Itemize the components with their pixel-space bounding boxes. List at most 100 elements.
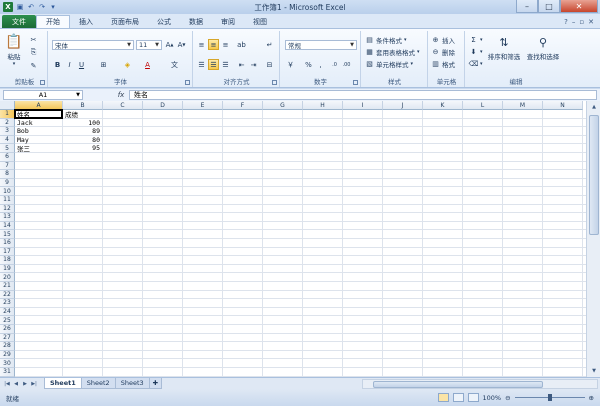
orientation-icon[interactable]: ab xyxy=(236,39,247,50)
increase-font-icon[interactable]: A ▲ xyxy=(164,39,175,50)
close-button[interactable]: ✕ xyxy=(560,0,598,13)
autosum-button[interactable]: Σ ▾ xyxy=(469,35,482,44)
column-header[interactable]: C xyxy=(103,101,143,110)
column-header[interactable]: D xyxy=(143,101,183,110)
prev-sheet-icon[interactable]: ◀ xyxy=(12,381,20,387)
cell-styles-button[interactable]: ▧ 单元格样式 ▾ xyxy=(365,59,413,69)
number-format-select[interactable]: 常规 ▼ xyxy=(285,40,357,50)
row-header[interactable]: 14 xyxy=(0,221,15,231)
align-right-icon[interactable]: ☰ xyxy=(220,59,231,70)
fill-button[interactable]: ⬇ ▾ xyxy=(469,47,483,56)
last-sheet-icon[interactable]: ▶| xyxy=(30,381,38,387)
row-header[interactable]: 27 xyxy=(0,333,15,343)
row-header[interactable]: 2 xyxy=(0,118,15,128)
phonetic-icon[interactable]: 文 xyxy=(169,59,180,70)
fill-color-icon[interactable]: ◈ xyxy=(122,59,133,70)
row-header[interactable]: 23 xyxy=(0,299,15,308)
row-header[interactable]: 29 xyxy=(0,350,15,360)
customize-qat-icon[interactable]: ▾ xyxy=(49,3,57,11)
row-header[interactable]: 20 xyxy=(0,273,15,282)
tab-page-layout[interactable]: 页面布局 xyxy=(102,15,148,28)
sheet-tab-sheet3[interactable]: Sheet3 xyxy=(114,378,150,389)
undo-icon[interactable]: ↶ xyxy=(27,3,35,11)
paste-button[interactable]: 📋 粘贴 ▾ xyxy=(5,33,23,67)
tab-file[interactable]: 文件 xyxy=(2,15,36,28)
ribbon-minimize-icon[interactable]: – xyxy=(572,18,576,26)
align-top-icon[interactable]: ≡ xyxy=(196,39,207,50)
copy-button[interactable]: ⎘ xyxy=(29,48,38,57)
row-header[interactable]: 18 xyxy=(0,256,15,265)
clipboard-launcher-icon[interactable] xyxy=(40,80,45,85)
column-header[interactable]: E xyxy=(183,101,223,110)
column-header[interactable]: K xyxy=(423,101,463,110)
vertical-scroll-thumb[interactable] xyxy=(589,115,599,235)
minimize-button[interactable]: – xyxy=(516,0,538,13)
conditional-format-button[interactable]: ▤ 条件格式 ▾ xyxy=(365,35,406,45)
decrease-font-icon[interactable]: A ▼ xyxy=(176,39,187,50)
merge-center-icon[interactable]: ⊟ xyxy=(264,59,275,70)
row-header[interactable]: 13 xyxy=(0,213,15,222)
accounting-icon[interactable]: ￥ xyxy=(285,59,296,70)
tab-review[interactable]: 审阅 xyxy=(212,15,244,28)
wrap-text-icon[interactable]: ↵ xyxy=(264,39,275,50)
page-layout-view-icon[interactable] xyxy=(452,393,464,402)
decrease-decimal-icon[interactable]: .00 xyxy=(341,59,352,70)
align-center-icon[interactable]: ☰ xyxy=(208,59,219,70)
row-header[interactable]: 16 xyxy=(0,239,15,248)
new-sheet-icon[interactable]: ✚ xyxy=(148,378,163,389)
cell[interactable]: 95 xyxy=(63,144,103,152)
row-header[interactable]: 31 xyxy=(0,368,15,377)
cell[interactable]: 89 xyxy=(63,127,103,135)
column-header[interactable]: N xyxy=(543,101,583,110)
alignment-launcher-icon[interactable] xyxy=(272,80,277,85)
column-header[interactable]: L xyxy=(463,101,503,110)
row-header[interactable]: 30 xyxy=(0,359,15,368)
increase-indent-icon[interactable]: ⇥ xyxy=(248,59,259,70)
row-header[interactable]: 11 xyxy=(0,196,15,205)
row-header[interactable]: 24 xyxy=(0,307,15,317)
next-sheet-icon[interactable]: ▶ xyxy=(21,381,29,387)
row-header[interactable]: 21 xyxy=(0,282,15,291)
sheet-tab-sheet1[interactable]: Sheet1 xyxy=(44,378,82,389)
cut-button[interactable]: ✂ xyxy=(29,35,38,44)
sort-filter-button[interactable]: ⇅ 排序和筛选 xyxy=(486,33,522,62)
align-middle-icon[interactable]: ≡ xyxy=(208,39,219,50)
clear-button[interactable]: ⌫ ▾ xyxy=(469,59,483,68)
sheet-tab-sheet2[interactable]: Sheet2 xyxy=(80,378,116,389)
cell[interactable]: Bob xyxy=(15,127,63,135)
column-header[interactable]: J xyxy=(383,101,423,110)
zoom-slider-knob[interactable] xyxy=(547,394,552,401)
row-header[interactable]: 3 xyxy=(0,127,15,136)
percent-icon[interactable]: % xyxy=(303,59,314,70)
cell[interactable]: 张三 xyxy=(15,144,63,153)
cell[interactable]: 成绩 xyxy=(63,110,103,119)
row-header[interactable]: 22 xyxy=(0,290,15,300)
bold-icon[interactable]: B xyxy=(52,59,63,70)
row-header[interactable]: 25 xyxy=(0,316,15,325)
number-launcher-icon[interactable] xyxy=(353,80,358,85)
zoom-in-icon[interactable]: ⊕ xyxy=(589,394,594,402)
cell[interactable]: 100 xyxy=(63,119,103,127)
row-header[interactable]: 28 xyxy=(0,342,15,351)
underline-icon[interactable]: U xyxy=(76,59,87,70)
insert-cells-button[interactable]: ⊕ 插入 xyxy=(431,35,455,45)
zoom-slider[interactable] xyxy=(514,394,585,401)
normal-view-icon[interactable] xyxy=(437,393,449,402)
row-header[interactable]: 19 xyxy=(0,264,15,274)
vertical-scrollbar[interactable]: ▲ ▼ xyxy=(586,101,600,377)
spreadsheet-grid[interactable]: A B C D E F G H I J K L M N 1 2 3 4 5 6 7 8 9 10 11 12 13 14 15 16 17 1… xyxy=(0,101,586,377)
comma-style-icon[interactable]: , xyxy=(315,59,326,70)
help-icon[interactable]: ? xyxy=(564,18,568,26)
italic-icon[interactable]: I xyxy=(64,59,75,70)
zoom-out-icon[interactable]: ⊖ xyxy=(505,394,510,402)
font-size-select[interactable]: 11 ▼ xyxy=(136,40,162,50)
borders-icon[interactable]: ⊞ xyxy=(98,59,109,70)
font-color-icon[interactable]: A xyxy=(142,59,153,70)
tab-formulas[interactable]: 公式 xyxy=(148,15,180,28)
align-bottom-icon[interactable]: ≡ xyxy=(220,39,231,50)
row-header[interactable]: 12 xyxy=(0,204,15,214)
row-header[interactable]: 6 xyxy=(0,153,15,162)
save-icon[interactable]: ▣ xyxy=(16,3,24,11)
name-box[interactable]: A1 ▼ xyxy=(3,90,83,100)
redo-icon[interactable]: ↷ xyxy=(38,3,46,11)
